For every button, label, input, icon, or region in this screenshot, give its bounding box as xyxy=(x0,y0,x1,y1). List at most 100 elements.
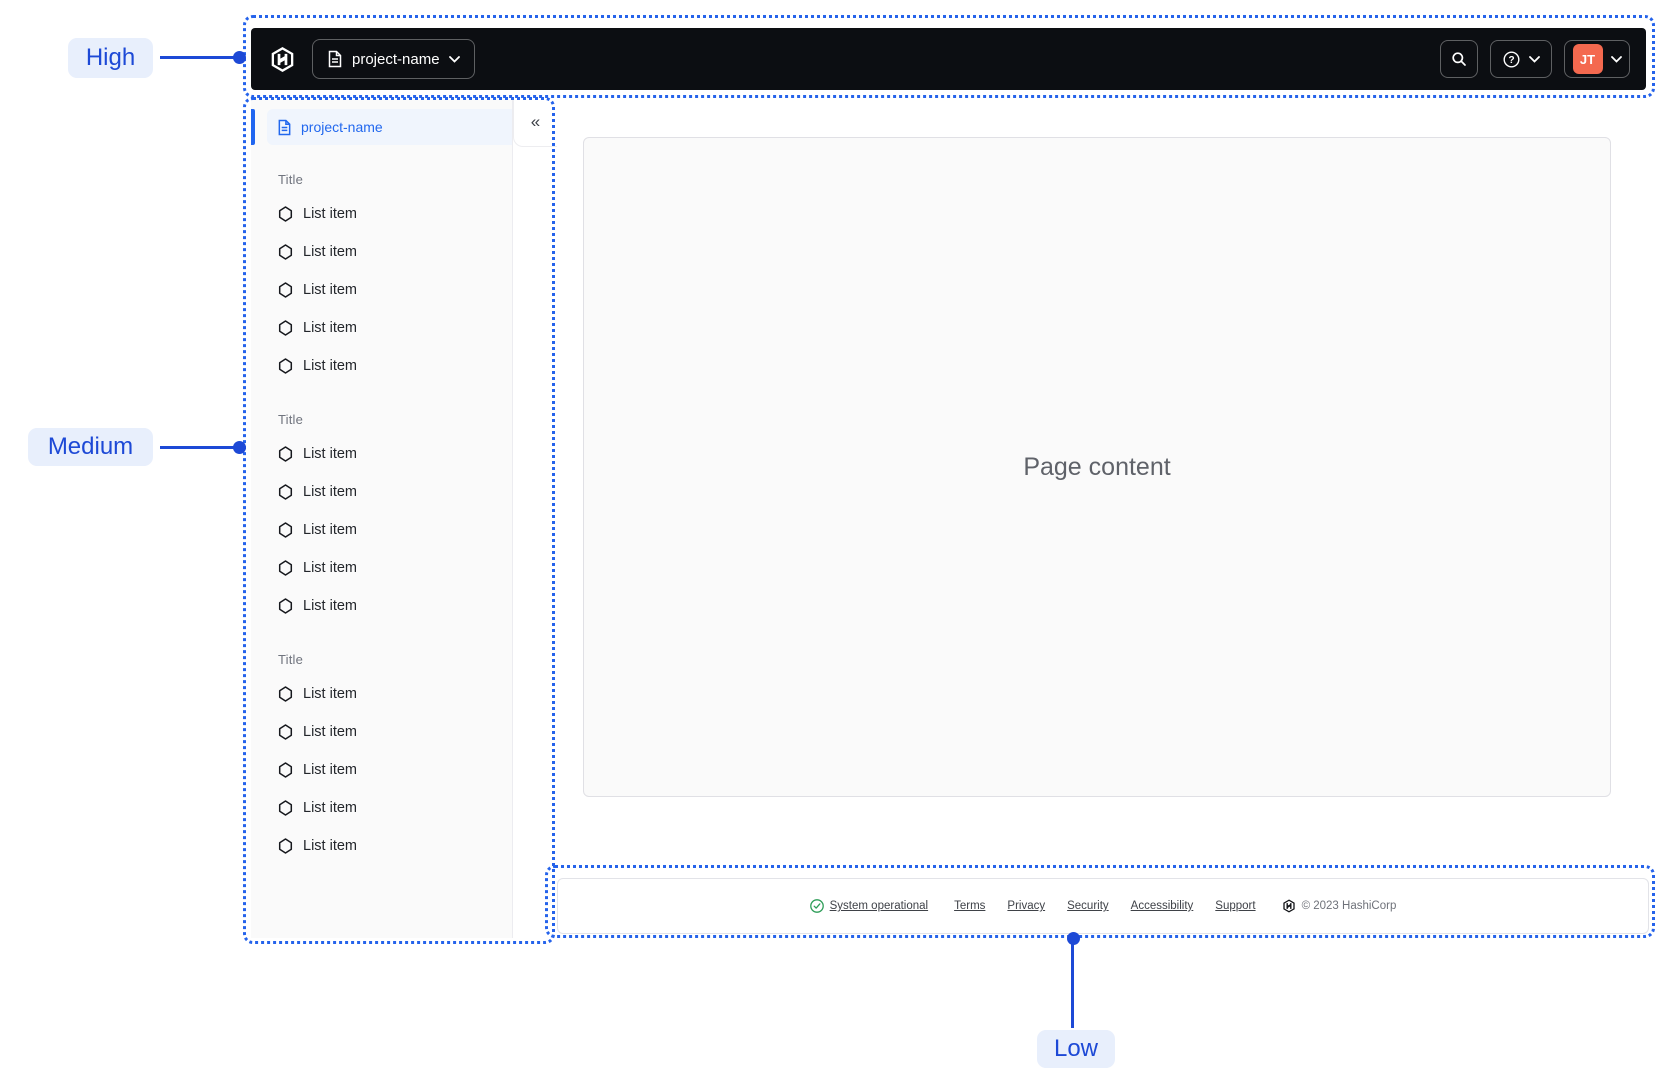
sidebar-section: Title List item List item List item List… xyxy=(251,169,512,385)
annotation-label-low: Low xyxy=(1037,1030,1115,1068)
sidebar: project-name Title List item List item L… xyxy=(251,97,557,938)
footer-link[interactable]: Privacy xyxy=(1007,900,1045,912)
sidebar-list-item[interactable]: List item xyxy=(278,827,500,865)
sidebar-project-header[interactable]: project-name xyxy=(267,109,512,145)
sidebar-list-item-label: List item xyxy=(303,838,357,854)
sidebar-list-item-label: List item xyxy=(303,598,357,614)
hexagon-icon xyxy=(278,800,293,816)
hexagon-icon xyxy=(278,244,293,260)
annotation-label-medium: Medium xyxy=(28,428,153,466)
sidebar-section: Title List item List item List item List… xyxy=(251,409,512,625)
annotation-label-high: High xyxy=(68,38,153,78)
copyright-group: © 2023 HashiCorp xyxy=(1282,899,1397,913)
annotation-label-high-text: High xyxy=(85,44,136,71)
hexagon-icon xyxy=(278,686,293,702)
sidebar-list-item-label: List item xyxy=(303,724,357,740)
avatar-initials: JT xyxy=(1579,51,1596,67)
footer-link[interactable]: Accessibility xyxy=(1131,900,1194,912)
sidebar-section-items: List item List item List item List item xyxy=(278,195,500,385)
avatar: JT xyxy=(1572,44,1603,74)
footer-link[interactable]: Security xyxy=(1067,900,1109,912)
page-content-placeholder: Page content xyxy=(1023,452,1171,481)
sidebar-collapse-notch: « xyxy=(513,97,557,147)
hexagon-icon xyxy=(278,560,293,576)
sidebar-section-title: Title xyxy=(278,651,304,667)
hashicorp-footer-logo-icon xyxy=(1282,899,1296,913)
chevron-down-icon xyxy=(1528,55,1540,63)
project-switcher-button[interactable]: project-name xyxy=(312,39,475,79)
file-icon xyxy=(327,50,343,68)
sidebar-list-item[interactable]: List item xyxy=(278,473,500,511)
footer-link[interactable]: Terms xyxy=(954,900,985,912)
sidebar-list-item-label: List item xyxy=(303,484,357,500)
sidebar-list-item[interactable]: List item xyxy=(278,675,500,713)
sidebar-section-title: Title xyxy=(278,411,304,427)
sidebar-list-item[interactable]: List item xyxy=(278,233,500,271)
sidebar-list-item[interactable]: List item xyxy=(278,309,500,347)
sidebar-list-item-label: List item xyxy=(303,320,357,336)
copyright-text: © 2023 HashiCorp xyxy=(1301,900,1397,912)
navbar-right-group: ? JT xyxy=(1440,40,1630,78)
footer-content: System operational Terms Privacy Securit… xyxy=(809,899,1397,913)
active-item-indicator xyxy=(251,109,255,145)
sidebar-section: Title List item List item List item List… xyxy=(251,649,512,865)
help-menu-button[interactable]: ? xyxy=(1490,40,1552,78)
hexagon-icon xyxy=(278,762,293,778)
system-status-link[interactable]: System operational xyxy=(809,899,929,913)
hexagon-icon xyxy=(278,484,293,500)
hexagon-icon xyxy=(278,598,293,614)
annotation-label-medium-text: Medium xyxy=(47,433,134,460)
footer-link[interactable]: Support xyxy=(1215,900,1255,912)
sidebar-list-item[interactable]: List item xyxy=(278,347,500,385)
project-switcher-label: project-name xyxy=(352,50,440,68)
sidebar-list-item[interactable]: List item xyxy=(278,511,500,549)
footer: System operational Terms Privacy Securit… xyxy=(557,878,1649,934)
sidebar-panel: project-name Title List item List item L… xyxy=(251,97,513,938)
sidebar-list-item[interactable]: List item xyxy=(278,435,500,473)
sidebar-list-item-label: List item xyxy=(303,686,357,702)
status-check-icon xyxy=(809,899,824,913)
annotation-dot-medium xyxy=(233,441,246,454)
annotation-dot-high xyxy=(233,51,246,64)
sidebar-list-item[interactable]: List item xyxy=(278,751,500,789)
hexagon-icon xyxy=(278,838,293,854)
sidebar-list-item[interactable]: List item xyxy=(278,713,500,751)
sidebar-list-item-label: List item xyxy=(303,358,357,374)
hexagon-icon xyxy=(278,446,293,462)
sidebar-list-item[interactable]: List item xyxy=(278,789,500,827)
search-icon xyxy=(1451,51,1467,67)
sidebar-list-item[interactable]: List item xyxy=(278,549,500,587)
svg-text:?: ? xyxy=(1508,55,1514,66)
sidebar-list-item-label: List item xyxy=(303,560,357,576)
system-status-label: System operational xyxy=(829,900,929,912)
hexagon-icon xyxy=(278,358,293,374)
sidebar-gutter: « xyxy=(513,97,557,938)
annotation-connector-low xyxy=(1071,944,1074,1028)
sidebar-list-item-label: List item xyxy=(303,446,357,462)
sidebar-list-item-label: List item xyxy=(303,762,357,778)
hexagon-icon xyxy=(278,724,293,740)
help-icon: ? xyxy=(1502,50,1520,68)
sidebar-section-items: List item List item List item List item xyxy=(278,435,500,625)
sidebar-list-item[interactable]: List item xyxy=(278,195,500,233)
footer-links: Terms Privacy Security Accessibility Sup… xyxy=(954,900,1255,912)
sidebar-section-title: Title xyxy=(278,171,304,187)
annotation-dot-low xyxy=(1067,932,1080,945)
annotation-connector-high xyxy=(160,56,236,59)
sidebar-list-item-label: List item xyxy=(303,244,357,260)
file-icon xyxy=(277,119,292,136)
user-menu-button[interactable]: JT xyxy=(1564,40,1630,78)
annotation-connector-medium xyxy=(160,446,236,449)
search-button[interactable] xyxy=(1440,40,1478,78)
chevron-down-icon xyxy=(448,55,460,63)
sidebar-list-item[interactable]: List item xyxy=(278,271,500,309)
annotation-label-low-text: Low xyxy=(1053,1035,1099,1062)
sidebar-collapse-button[interactable]: « xyxy=(523,109,549,135)
sidebar-list-item-label: List item xyxy=(303,206,357,222)
sidebar-list-item-label: List item xyxy=(303,282,357,298)
hexagon-icon xyxy=(278,206,293,222)
hexagon-icon xyxy=(278,320,293,336)
hexagon-icon xyxy=(278,522,293,538)
sidebar-list-item[interactable]: List item xyxy=(278,587,500,625)
sidebar-list-item-label: List item xyxy=(303,800,357,816)
